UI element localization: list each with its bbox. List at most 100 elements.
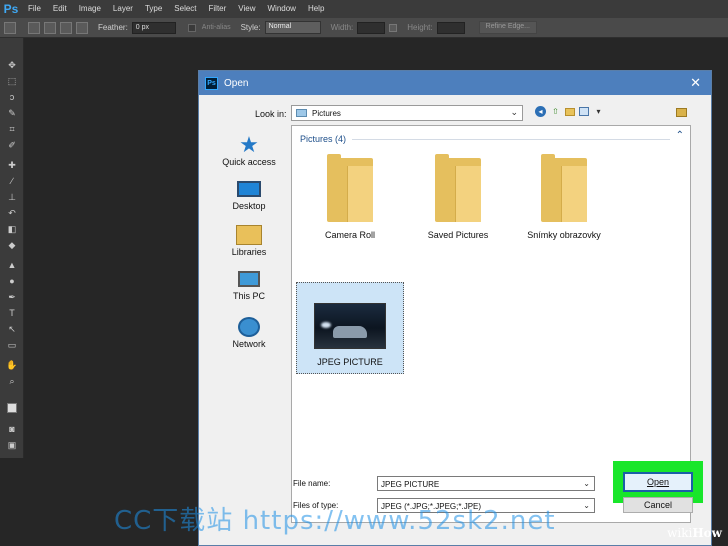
height-input[interactable] xyxy=(436,21,465,34)
shape-tool-icon[interactable]: ▭ xyxy=(6,340,18,350)
ps-app-icon: Ps xyxy=(205,76,218,90)
history-brush-icon[interactable]: ↶ xyxy=(6,208,18,218)
place-desktop[interactable]: Desktop xyxy=(205,181,293,211)
marquee-tool-icon[interactable]: ⬚ xyxy=(6,76,18,86)
chevron-up-icon[interactable]: ⌃ xyxy=(676,130,684,141)
feather-input[interactable]: 0 px xyxy=(131,21,176,34)
brush-tool-icon[interactable]: ∕ xyxy=(6,176,18,186)
list-item-jpeg-picture[interactable]: JPEG PICTURE xyxy=(296,282,404,374)
menu-select[interactable]: Select xyxy=(168,0,202,18)
cancel-button[interactable]: Cancel xyxy=(623,497,693,513)
new-folder-icon[interactable] xyxy=(565,107,575,116)
stamp-tool-icon[interactable]: ⊥ xyxy=(6,192,18,202)
path-select-icon[interactable]: ↖ xyxy=(6,324,18,334)
intersect-selection-icon[interactable] xyxy=(76,21,88,34)
place-label: This PC xyxy=(232,291,265,301)
menu-window[interactable]: Window xyxy=(262,0,302,18)
place-quick-access[interactable]: ★ Quick access xyxy=(205,132,293,168)
menu-type[interactable]: Type xyxy=(139,0,168,18)
folder-icon xyxy=(541,154,587,222)
group-header[interactable]: Pictures (4) xyxy=(300,134,346,144)
menu-edit[interactable]: Edit xyxy=(47,0,73,18)
up-folder-icon[interactable]: ⇧ xyxy=(550,106,561,117)
nav-buttons: ◂ ⇧ ▾ xyxy=(535,106,604,117)
marquee-preset-icon[interactable] xyxy=(4,21,16,34)
quick-mask-icon[interactable]: ◙ xyxy=(6,424,18,434)
item-label: Saved Pictures xyxy=(427,230,489,240)
file-name-input[interactable]: JPEG PICTURE ⌄ xyxy=(377,476,595,491)
desktop-icon xyxy=(237,181,261,197)
menu-help[interactable]: Help xyxy=(302,0,330,18)
item-label: Snímky obrazovky xyxy=(527,230,601,240)
subtract-selection-icon[interactable] xyxy=(60,21,72,34)
place-libraries[interactable]: Libraries xyxy=(205,225,293,257)
screen-mode-icon[interactable]: ▣ xyxy=(6,440,18,450)
chevron-down-icon: ⌄ xyxy=(510,107,518,117)
pictures-folder-icon xyxy=(296,109,307,117)
view-dropdown-icon[interactable]: ▾ xyxy=(593,106,604,117)
paint-bucket-icon[interactable]: ◆ xyxy=(6,240,18,250)
folder-options-icon[interactable] xyxy=(676,108,687,117)
view-menu-icon[interactable] xyxy=(579,107,589,116)
close-icon[interactable]: ✕ xyxy=(690,75,701,91)
look-in-label: Look in: xyxy=(255,109,287,119)
open-button[interactable]: Open xyxy=(623,472,693,492)
chevron-down-icon[interactable]: ⌄ xyxy=(583,479,590,488)
crop-tool-icon[interactable]: ⌗ xyxy=(6,124,18,134)
group-divider xyxy=(352,139,670,140)
look-in-row: Look in: Pictures ⌄ ◂ ⇧ ▾ xyxy=(199,103,711,123)
places-sidebar: ★ Quick access Desktop Libraries This PC… xyxy=(205,129,293,389)
list-item-saved-pictures[interactable]: Saved Pictures xyxy=(404,154,512,240)
file-name-label: File name: xyxy=(293,479,331,488)
style-select[interactable]: Normal xyxy=(264,21,321,34)
hand-tool-icon[interactable]: ✋ xyxy=(6,360,18,370)
antialias-checkbox[interactable] xyxy=(187,23,196,32)
pen-tool-icon[interactable]: ✒ xyxy=(6,292,18,302)
menu-image[interactable]: Image xyxy=(73,0,107,18)
libraries-icon xyxy=(236,225,262,245)
place-network[interactable]: Network xyxy=(205,317,293,349)
add-selection-icon[interactable] xyxy=(44,21,56,34)
style-value: Normal xyxy=(268,23,292,30)
item-label: JPEG PICTURE xyxy=(317,357,383,367)
height-label: Height: xyxy=(407,23,433,32)
list-item-camera-roll[interactable]: Camera Roll xyxy=(296,154,404,240)
wikihow-logo: wikiHow xyxy=(667,526,722,540)
zoom-tool-icon[interactable]: ⌕ xyxy=(6,376,18,386)
blur-tool-icon[interactable]: ▲ xyxy=(6,260,18,270)
menu-file[interactable]: File xyxy=(22,0,47,18)
star-icon: ★ xyxy=(239,132,259,157)
lasso-tool-icon[interactable]: ↄ xyxy=(6,92,18,102)
tools-panel: ✥ ⬚ ↄ ✎ ⌗ ✐ ✚ ∕ ⊥ ↶ ◧ ◆ ▲ ● ✒ T ↖ ▭ ✋ ⌕ … xyxy=(0,38,24,458)
eraser-tool-icon[interactable]: ◧ xyxy=(6,224,18,234)
menu-filter[interactable]: Filter xyxy=(203,0,233,18)
width-input[interactable] xyxy=(357,21,386,34)
menu-layer[interactable]: Layer xyxy=(107,0,139,18)
type-tool-icon[interactable]: T xyxy=(6,308,18,318)
menu-bar: Ps File Edit Image Layer Type Select Fil… xyxy=(0,0,728,18)
folder-icon xyxy=(327,154,373,222)
network-icon xyxy=(238,317,260,337)
look-in-select[interactable]: Pictures ⌄ xyxy=(291,105,523,121)
eyedropper-tool-icon[interactable]: ✐ xyxy=(6,140,18,150)
move-tool-icon[interactable]: ✥ xyxy=(6,60,18,70)
watermark-text: CC下载站 https://www.52sk2.net xyxy=(114,506,556,536)
healing-tool-icon[interactable]: ✚ xyxy=(6,160,18,170)
quick-select-tool-icon[interactable]: ✎ xyxy=(6,108,18,118)
refine-edge-button[interactable]: Refine Edge... xyxy=(478,21,538,34)
list-item-screenshots[interactable]: Snímky obrazovky xyxy=(510,154,618,240)
dodge-tool-icon[interactable]: ● xyxy=(6,276,18,286)
place-this-pc[interactable]: This PC xyxy=(205,271,293,301)
chevron-down-icon: ⌄ xyxy=(583,501,590,510)
back-icon[interactable]: ◂ xyxy=(535,106,546,117)
width-label: Width: xyxy=(330,23,354,32)
color-swatches-icon[interactable] xyxy=(6,400,18,416)
menu-view[interactable]: View xyxy=(232,0,261,18)
new-selection-icon[interactable] xyxy=(28,21,40,34)
place-label: Desktop xyxy=(232,201,266,211)
options-bar: Feather: 0 px Anti-alias Style: Normal W… xyxy=(0,18,728,38)
dialog-title: Open xyxy=(224,77,249,89)
feather-label: Feather: xyxy=(98,23,128,32)
swap-icon[interactable] xyxy=(389,23,398,32)
dialog-titlebar: Ps Open ✕ xyxy=(199,71,711,95)
